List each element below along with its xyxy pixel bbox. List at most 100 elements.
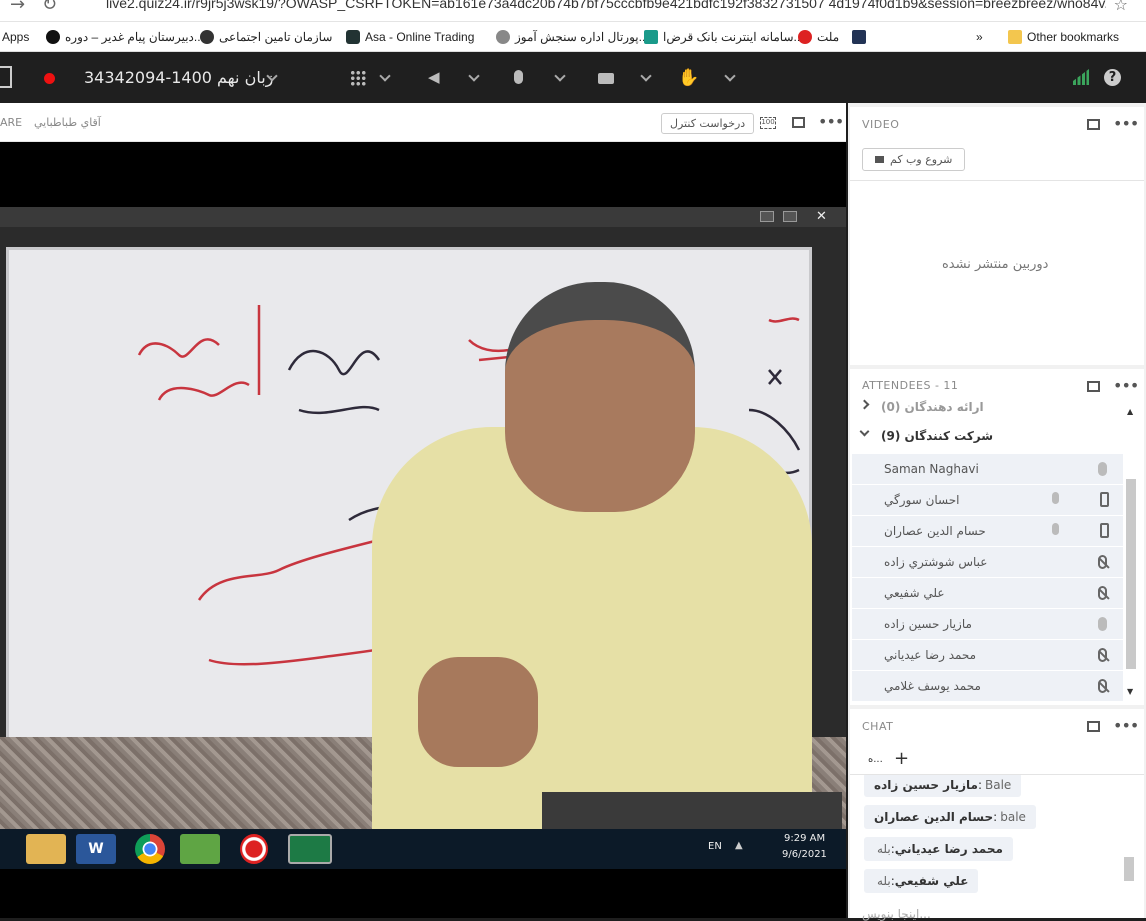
bookmark-social-security[interactable]: سازمان تامین اجتماعی bbox=[200, 28, 332, 46]
attendee-row[interactable]: مازيار حسين زاده bbox=[852, 609, 1123, 640]
attendee-name: حسام الدين عصاران bbox=[884, 524, 986, 538]
chat-maximize-icon[interactable] bbox=[1087, 721, 1100, 732]
attendee-row[interactable]: عباس شوشتري زاده bbox=[852, 547, 1123, 578]
video-overlay-bar bbox=[542, 792, 842, 830]
right-panels: VIDEO ••• شروع وب كم دوربين منتشر نشده A… bbox=[848, 103, 1146, 921]
start-webcam-button[interactable]: شروع وب كم bbox=[862, 148, 966, 171]
remote-window-titlebar: ✕ bbox=[0, 207, 846, 227]
chat-message-list: مازيار حسين زاده: Bale حسام الدين عصاران: b… bbox=[850, 775, 1130, 901]
video-maximize-icon[interactable] bbox=[1087, 119, 1100, 130]
chat-text: بله bbox=[877, 842, 891, 856]
chevron-right-icon bbox=[859, 399, 870, 410]
bookmark-school[interactable]: دبیرستان پیام غدیر – دوره... bbox=[46, 28, 204, 46]
other-bookmarks[interactable]: Other bookmarks bbox=[1008, 28, 1119, 46]
url-text[interactable]: live2.quiz24.ir/r9jr5j3wsk19/?OWASP_CSRF… bbox=[106, 0, 1106, 11]
scroll-up-icon[interactable]: ▲ bbox=[1127, 407, 1133, 416]
webcam-icon bbox=[875, 156, 884, 163]
chat-more-icon[interactable]: ••• bbox=[1113, 716, 1139, 735]
clock-date: 9/6/2021 bbox=[782, 849, 827, 860]
phone-icon bbox=[1100, 523, 1109, 538]
window-minimize-icon[interactable] bbox=[760, 211, 774, 222]
attendee-row[interactable]: محمد رضا عيدياني bbox=[852, 640, 1123, 671]
attendees-more-icon[interactable]: ••• bbox=[1113, 376, 1139, 395]
attendee-name: مازيار حسين زاده bbox=[884, 617, 972, 631]
video-more-icon[interactable]: ••• bbox=[1113, 114, 1139, 133]
speaker-icon[interactable]: ◀ bbox=[428, 68, 440, 86]
layout-icon[interactable] bbox=[0, 66, 12, 88]
mic-muted-icon bbox=[1098, 555, 1107, 569]
meeting-toolbar: زبان نهم 1400-34342094 ◀ ✋ ? bbox=[0, 52, 1146, 103]
attendee-name: Saman Naghavi bbox=[884, 462, 979, 476]
excel-icon[interactable] bbox=[288, 834, 332, 864]
raise-hand-icon[interactable]: ✋ bbox=[678, 68, 699, 88]
bookmark-star-icon[interactable]: ☆ bbox=[1114, 0, 1128, 14]
back-arrow-icon[interactable]: → bbox=[10, 0, 25, 15]
attendee-row[interactable]: احسان سورگي bbox=[852, 485, 1123, 516]
share-pod-header: ARE آقاي طباطبايي درخواست كنترل 100 ••• bbox=[0, 103, 846, 142]
chat-separator: : bbox=[993, 810, 998, 824]
no-camera-message: دوربين منتشر نشده bbox=[942, 257, 1049, 272]
camera-icon[interactable] bbox=[598, 73, 614, 84]
word-icon[interactable]: W bbox=[76, 834, 116, 864]
shared-screen: ✕ W EN ▲ 9:29 AM 9/6/2021 bbox=[0, 142, 846, 918]
android-icon[interactable] bbox=[180, 834, 220, 864]
attendee-row[interactable]: Saman Naghavi bbox=[852, 454, 1123, 485]
bookmarks-bar: Apps دبیرستان پیام غدیر – دوره... سازمان… bbox=[0, 22, 1146, 52]
chat-text: بله bbox=[877, 874, 891, 888]
scroll-down-icon[interactable]: ▼ bbox=[1127, 687, 1133, 696]
attendee-row[interactable]: حسام الدين عصاران bbox=[852, 516, 1123, 547]
chat-message: محمد رضا عيدياني:بله bbox=[864, 837, 1013, 861]
bookmark-extra[interactable] bbox=[852, 28, 866, 46]
attendee-name: علي شفيعي bbox=[884, 586, 945, 600]
language-indicator[interactable]: EN bbox=[708, 841, 722, 852]
window-close-icon[interactable]: ✕ bbox=[816, 209, 827, 224]
share-label: ARE bbox=[0, 116, 23, 129]
bookmark-asa-trading[interactable]: Asa - Online Trading bbox=[346, 28, 474, 46]
attendee-name: محمد يوسف غلامي bbox=[884, 679, 981, 693]
chrome-icon[interactable] bbox=[135, 834, 165, 864]
apps-grid-icon[interactable] bbox=[350, 70, 366, 86]
chat-scrollbar[interactable] bbox=[1124, 857, 1134, 881]
chat-sender: علي شفيعي bbox=[894, 874, 969, 888]
bookmark-internet-bank[interactable]: سامانه اینترنت بانک قرض‌ا... bbox=[644, 28, 804, 46]
browser-url-bar: → ↻ live2.quiz24.ir/r9jr5j3wsk19/?OWASP_… bbox=[0, 0, 1146, 22]
chat-tab[interactable]: ه... bbox=[868, 754, 883, 765]
window-restore-icon[interactable] bbox=[783, 211, 797, 222]
file-explorer-icon[interactable] bbox=[26, 834, 66, 864]
bookmark-apps[interactable]: Apps bbox=[2, 28, 29, 46]
camera-chevron-icon[interactable] bbox=[640, 70, 652, 82]
microphone-chevron-icon[interactable] bbox=[554, 70, 566, 82]
request-control-button[interactable]: درخواست كنترل bbox=[661, 113, 755, 134]
chat-sender: محمد رضا عيدياني bbox=[894, 842, 1003, 856]
reload-icon[interactable]: ↻ bbox=[42, 0, 57, 15]
chat-input[interactable]: اينجا بنويس... bbox=[862, 907, 931, 921]
attendee-row[interactable]: علي شفيعي bbox=[852, 578, 1123, 609]
microphone-icon[interactable] bbox=[514, 70, 523, 84]
maximize-share-icon[interactable] bbox=[792, 117, 805, 128]
video-pod: VIDEO ••• شروع وب كم دوربين منتشر نشده bbox=[850, 107, 1144, 365]
attendee-list: Saman Naghavi احسان سورگي حسام الدين عصارا… bbox=[850, 454, 1125, 704]
bookmark-portal[interactable]: پورتال اداره سنجش آموز... bbox=[496, 28, 649, 46]
record-app-icon[interactable] bbox=[240, 834, 268, 864]
presenter-name: آقاي طباطبايي bbox=[34, 116, 101, 129]
recording-indicator-icon bbox=[44, 73, 55, 84]
mic-muted-icon bbox=[1098, 648, 1107, 662]
clock-time: 9:29 AM bbox=[784, 833, 826, 844]
share-more-options-icon[interactable]: ••• bbox=[818, 112, 844, 131]
apps-chevron-icon[interactable] bbox=[379, 70, 391, 82]
hand-chevron-icon[interactable] bbox=[724, 70, 736, 82]
bookmarks-more-icon[interactable]: » bbox=[976, 28, 983, 46]
fit-100-icon[interactable]: 100 bbox=[760, 117, 776, 129]
participants-group[interactable]: شركت كنندگان (9) bbox=[850, 425, 1122, 451]
mic-icon bbox=[1098, 617, 1107, 631]
speaker-chevron-icon[interactable] bbox=[468, 70, 480, 82]
attendee-row[interactable]: محمد يوسف غلامي bbox=[852, 671, 1123, 702]
attendees-scrollbar[interactable] bbox=[1126, 479, 1136, 669]
add-chat-tab-icon[interactable]: + bbox=[894, 748, 909, 769]
bookmark-mellat[interactable]: ملت bbox=[798, 28, 839, 46]
participants-group-label: شركت كنندگان (9) bbox=[881, 429, 994, 443]
attendees-maximize-icon[interactable] bbox=[1087, 381, 1100, 392]
tray-up-icon[interactable]: ▲ bbox=[735, 840, 743, 851]
hosts-group[interactable]: ارائه دهندگان (0) bbox=[850, 395, 1122, 421]
help-icon[interactable]: ? bbox=[1104, 69, 1121, 86]
